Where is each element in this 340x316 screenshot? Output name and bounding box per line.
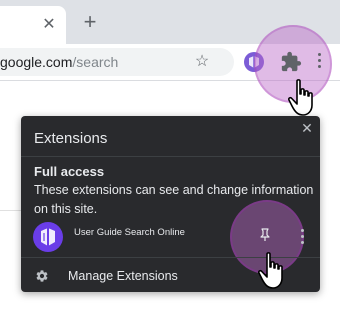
extension-name[interactable]: User Guide Search Online: [74, 227, 185, 238]
url-host: google.com: [0, 54, 73, 70]
manage-extensions-link[interactable]: Manage Extensions: [68, 269, 178, 283]
section-heading: Full access: [34, 164, 105, 179]
popup-title: Extensions: [34, 130, 108, 147]
new-tab-button[interactable]: +: [80, 11, 100, 33]
extension-more-icon[interactable]: [299, 229, 305, 245]
hand-pointer-icon: [287, 79, 313, 116]
gear-icon: [36, 270, 48, 282]
browser-tab[interactable]: ✕: [0, 6, 66, 44]
close-tab-icon[interactable]: ✕: [41, 17, 57, 33]
kebab-menu-icon[interactable]: [314, 53, 324, 71]
url-text: google.com/search: [0, 48, 118, 76]
address-bar[interactable]: google.com/search ☆: [0, 48, 234, 76]
url-path: /search: [72, 54, 119, 70]
hand-pointer-icon: [257, 252, 283, 289]
close-icon[interactable]: ✕: [299, 120, 315, 136]
pin-icon[interactable]: [258, 228, 272, 242]
user-guide-extension-icon: [33, 222, 63, 252]
divider: [21, 156, 320, 157]
puzzle-icon[interactable]: [280, 51, 302, 73]
star-icon[interactable]: ☆: [192, 52, 212, 72]
